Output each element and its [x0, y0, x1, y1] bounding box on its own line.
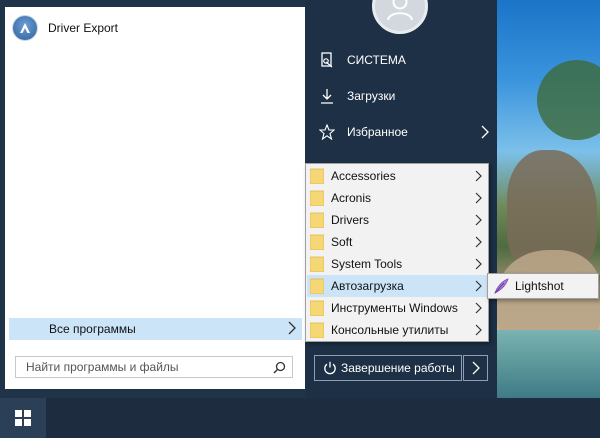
chevron-right-icon	[475, 302, 482, 314]
menu-item-console-utilities[interactable]: Консольные утилиты	[307, 319, 487, 341]
chevron-right-icon	[288, 321, 296, 338]
chevron-right-icon	[481, 125, 489, 142]
folder-icon	[310, 300, 324, 316]
right-item-label: СИСТЕМА	[347, 53, 406, 67]
menu-item-lightshot[interactable]: Lightshot	[489, 275, 597, 297]
driver-export-icon	[13, 16, 37, 40]
menu-item-label: System Tools	[331, 257, 403, 271]
start-menu-left-panel: Driver Export Все программы	[5, 7, 305, 389]
chevron-right-icon	[475, 236, 482, 248]
shutdown-button[interactable]: Завершение работы	[314, 355, 462, 381]
folder-icon	[310, 322, 324, 338]
folder-icon	[310, 256, 324, 272]
chevron-right-icon	[475, 214, 482, 226]
menu-item-accessories[interactable]: Accessories	[307, 165, 487, 187]
start-button[interactable]	[0, 398, 46, 438]
lightshot-feather-icon	[493, 278, 509, 294]
chevron-right-icon	[475, 192, 482, 204]
taskbar	[0, 398, 600, 438]
menu-item-soft[interactable]: Soft	[307, 231, 487, 253]
computer-icon	[317, 52, 337, 68]
right-item-label: Загрузки	[347, 89, 396, 103]
menu-item-label: Acronis	[331, 191, 372, 205]
menu-item-label: Lightshot	[515, 279, 564, 293]
menu-item-system-tools[interactable]: System Tools	[307, 253, 487, 275]
menu-item-label: Accessories	[331, 169, 396, 183]
folder-icon	[310, 212, 324, 228]
search-box[interactable]	[15, 356, 293, 378]
menu-item-label: Инструменты Windows	[331, 301, 458, 315]
menu-item-label: Автозагрузка	[331, 279, 404, 293]
menu-item-label: Консольные утилиты	[331, 323, 449, 337]
menu-item-acronis[interactable]: Acronis	[307, 187, 487, 209]
right-item-system[interactable]: СИСТЕМА	[313, 46, 493, 74]
chevron-right-icon	[475, 324, 482, 336]
right-item-label: Избранное	[347, 125, 408, 139]
star-icon	[317, 124, 337, 140]
pinned-app-driver-export[interactable]: Driver Export	[9, 13, 301, 43]
menu-item-label: Soft	[331, 235, 353, 249]
chevron-right-icon	[475, 280, 482, 292]
right-item-downloads[interactable]: Загрузки	[313, 82, 493, 110]
autostart-submenu: Lightshot	[487, 273, 599, 299]
all-programs-button[interactable]: Все программы	[9, 318, 302, 340]
menu-item-label: Drivers	[331, 213, 369, 227]
chevron-right-icon	[472, 361, 480, 375]
chevron-right-icon	[475, 258, 482, 270]
folder-icon	[310, 278, 324, 294]
shutdown-options-button[interactable]	[463, 355, 488, 381]
menu-item-windows-tools[interactable]: Инструменты Windows	[307, 297, 487, 319]
windows-logo-icon	[15, 410, 31, 426]
folder-icon	[310, 234, 324, 250]
download-icon	[317, 88, 337, 104]
menu-item-drivers[interactable]: Drivers	[307, 209, 487, 231]
power-icon	[323, 361, 337, 375]
menu-item-autostart[interactable]: Автозагрузка	[307, 275, 487, 297]
folder-icon	[310, 190, 324, 206]
chevron-right-icon	[475, 170, 482, 182]
folder-icon	[310, 168, 324, 184]
pinned-app-label: Driver Export	[48, 21, 119, 35]
shutdown-label: Завершение работы	[341, 361, 455, 375]
right-item-favorites[interactable]: Избранное	[313, 118, 493, 146]
all-programs-label: Все программы	[49, 322, 136, 336]
user-avatar[interactable]	[372, 0, 428, 34]
search-icon[interactable]	[273, 361, 286, 377]
search-input[interactable]	[24, 359, 268, 375]
programs-submenu: Accessories Acronis Drivers Soft System …	[305, 163, 489, 342]
desktop-wallpaper	[497, 0, 600, 398]
